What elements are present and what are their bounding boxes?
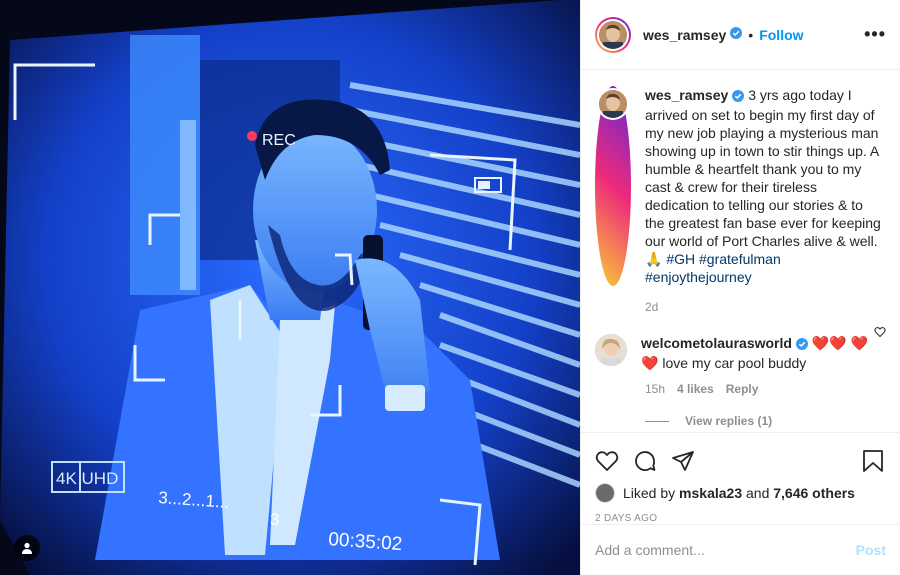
hashtag-gh[interactable]: #GH	[666, 251, 695, 267]
user-tag-button[interactable]	[14, 535, 40, 561]
caption-body: 3 yrs ago today I arrived on set to begi…	[645, 87, 881, 267]
post-side-panel: wes_ramsey • Follow ••• wes_ramsey 3 yrs…	[580, 0, 900, 575]
view-replies-button[interactable]: View replies (1)	[645, 414, 884, 428]
liked-by-prefix: Liked by	[623, 485, 676, 501]
verified-badge-icon	[795, 336, 808, 354]
caption-text: wes_ramsey 3 yrs ago today I arrived on …	[645, 86, 884, 286]
instagram-post-view: REC 4K UHD 3...2...1... 3 00:35:02 wes_r…	[0, 0, 900, 575]
liked-by-others[interactable]: 7,646 others	[773, 485, 855, 501]
save-icon[interactable]	[862, 449, 884, 473]
liked-by-and: and	[746, 485, 770, 501]
comment-meta: 15h 4 likes Reply	[645, 382, 884, 396]
commenter-username[interactable]: welcometolaurasworld	[641, 335, 792, 351]
caption-author[interactable]: wes_ramsey	[645, 87, 728, 103]
post-comment-button[interactable]: Post	[856, 542, 886, 558]
more-options-icon[interactable]: •••	[864, 24, 886, 45]
share-icon[interactable]	[671, 449, 695, 473]
liked-by-row: Liked by mskala23 and 7,646 others	[595, 483, 884, 503]
action-bar	[595, 443, 884, 479]
liker-avatar[interactable]	[595, 483, 615, 503]
post-photo[interactable]: REC 4K UHD 3...2...1... 3 00:35:02	[0, 0, 580, 575]
hashtag-enjoythejourney[interactable]: #enjoythejourney	[645, 269, 752, 285]
monitor-image: REC 4K UHD 3...2...1... 3 00:35:02	[0, 0, 580, 575]
caption-avatar-ring[interactable]	[595, 86, 631, 286]
comment-likes[interactable]: 4 likes	[677, 382, 714, 396]
replies-divider	[645, 420, 669, 422]
comment-composer: Post	[581, 524, 900, 575]
rec-label: REC	[262, 132, 296, 149]
caption-row: wes_ramsey 3 yrs ago today I arrived on …	[595, 86, 884, 286]
comment-body: love my car pool buddy	[662, 355, 807, 371]
comment-like-heart-icon[interactable]	[874, 325, 886, 343]
comment-emoji-lead: ❤️❤️	[811, 335, 847, 351]
commenter-avatar[interactable]	[595, 334, 627, 366]
follow-button[interactable]: Follow	[759, 27, 803, 43]
uhd-badge: 4K UHD	[56, 469, 118, 488]
view-replies-label: View replies (1)	[685, 414, 773, 428]
post-header: wes_ramsey • Follow •••	[581, 0, 900, 70]
author-avatar-ring[interactable]	[595, 16, 631, 53]
reply-button[interactable]: Reply	[726, 382, 759, 396]
comment-text: welcometolaurasworld ❤️❤️ ❤️❤️ love my c…	[641, 334, 881, 372]
liked-by-user[interactable]: mskala23	[679, 485, 742, 501]
separator-dot: •	[748, 26, 754, 43]
heart-icon[interactable]	[595, 449, 619, 473]
hashtag-gratefulman[interactable]: #gratefulman	[699, 251, 781, 267]
author-avatar	[599, 20, 627, 49]
caption-author-avatar	[599, 90, 627, 118]
verified-badge-icon	[730, 26, 743, 44]
comment-row: welcometolaurasworld ❤️❤️ ❤️❤️ love my c…	[595, 334, 884, 372]
verified-badge-icon	[732, 88, 745, 106]
countdown-tail-label: 3	[270, 510, 279, 529]
post-actions: Liked by mskala23 and 7,646 others 2 DAY…	[581, 432, 900, 524]
post-date[interactable]: 2 DAYS AGO	[595, 513, 884, 524]
comment-age[interactable]: 15h	[645, 382, 665, 396]
user-tag-icon	[22, 542, 32, 554]
comments-area[interactable]: wes_ramsey 3 yrs ago today I arrived on …	[581, 70, 900, 432]
comment-icon[interactable]	[633, 449, 657, 473]
caption-age[interactable]: 2d	[645, 300, 884, 314]
author-username[interactable]: wes_ramsey	[643, 27, 726, 43]
add-comment-input[interactable]	[595, 542, 856, 558]
